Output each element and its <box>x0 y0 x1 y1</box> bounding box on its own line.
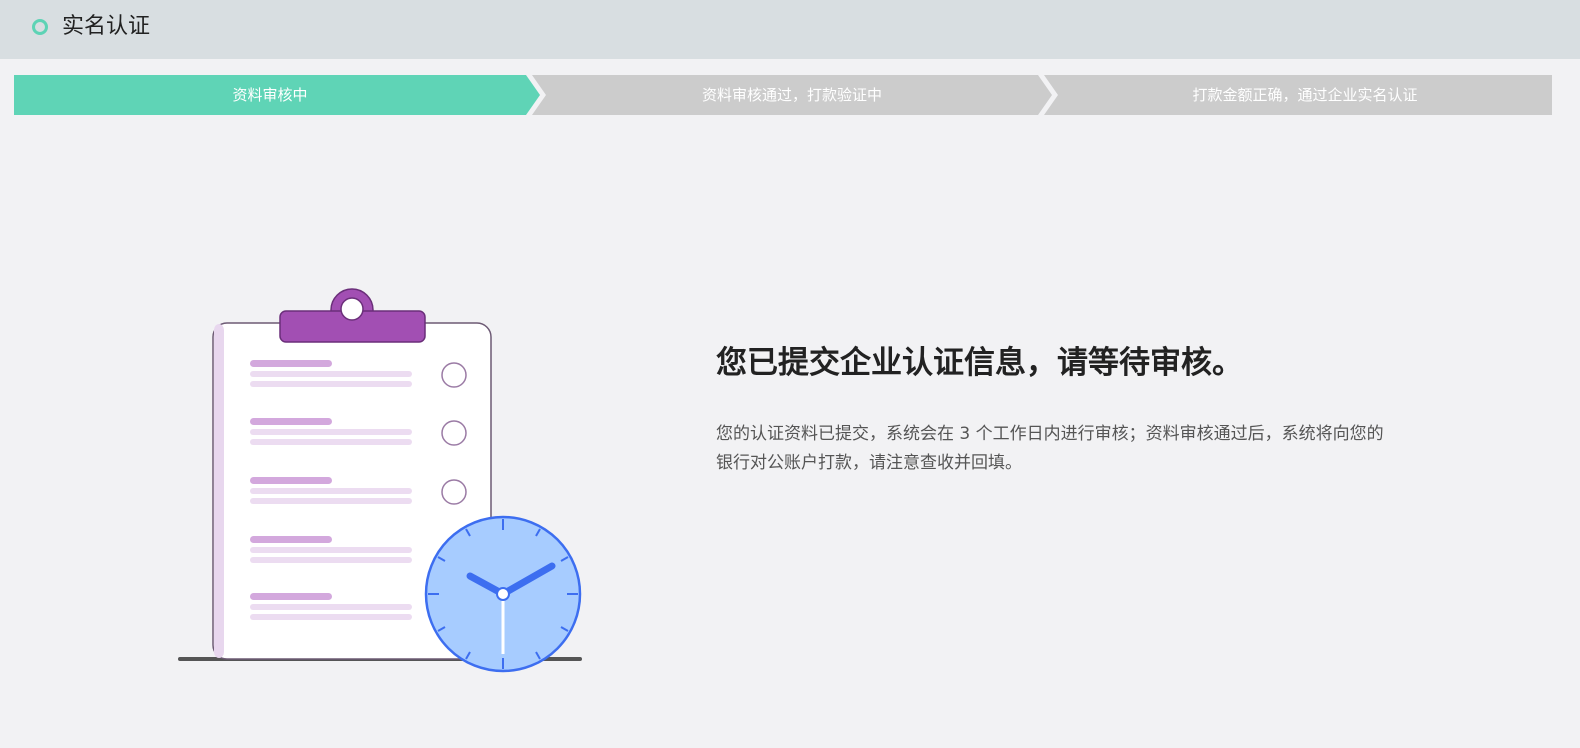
status-ring-icon <box>32 19 48 35</box>
status-headline: 您已提交企业认证信息，请等待审核。 <box>716 345 1243 381</box>
clip-hole <box>340 297 364 321</box>
status-description: 您的认证资料已提交，系统会在 3 个工作日内进行审核；资料审核通过后，系统将向您… <box>716 424 1384 473</box>
clipboard-shade <box>214 324 224 658</box>
page-header: 实名认证 <box>0 0 1580 59</box>
page-title: 实名认证 <box>62 14 151 39</box>
step-2-label: 资料审核通过，打款验证中 <box>701 86 882 104</box>
step-3-label: 打款金额正确，通过企业实名认证 <box>1192 86 1418 104</box>
clipboard-clock-illustration <box>170 280 590 684</box>
progress-steps: 资料审核中 资料审核通过，打款验证中 打款金额正确，通过企业实名认证 <box>14 75 1552 115</box>
step-1-label: 资料审核中 <box>232 86 308 104</box>
clock-icon <box>424 515 582 673</box>
